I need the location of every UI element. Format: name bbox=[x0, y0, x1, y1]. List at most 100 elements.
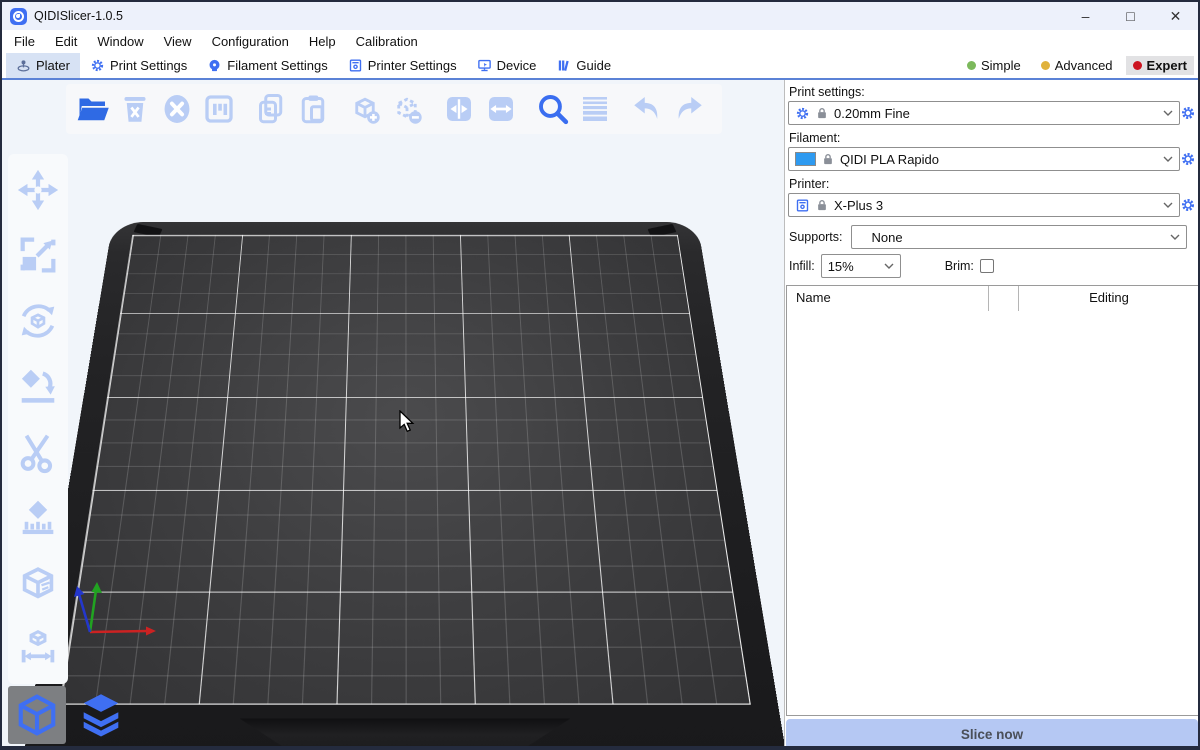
preview-button[interactable] bbox=[72, 686, 130, 744]
paint-supports-button[interactable] bbox=[12, 491, 64, 543]
menu-help[interactable]: Help bbox=[299, 32, 346, 51]
brim-label: Brim: bbox=[945, 259, 974, 273]
layer-height-icon bbox=[577, 91, 613, 127]
place-on-face-button[interactable] bbox=[12, 360, 64, 412]
main-toolbar bbox=[66, 84, 722, 134]
menu-configuration[interactable]: Configuration bbox=[202, 32, 299, 51]
scale-button[interactable] bbox=[12, 229, 64, 281]
3d-view-cube-icon bbox=[12, 690, 62, 740]
printer-combo[interactable]: X-Plus 3 bbox=[788, 193, 1180, 217]
infill-row: Infill: 15% Brim: bbox=[789, 254, 994, 278]
tab-printer-settings[interactable]: Printer Settings bbox=[338, 53, 467, 78]
menu-view[interactable]: View bbox=[154, 32, 202, 51]
menu-edit[interactable]: Edit bbox=[45, 32, 87, 51]
close-button[interactable]: ✕ bbox=[1153, 2, 1198, 30]
printer-icon bbox=[348, 58, 363, 73]
split-to-objects-button[interactable] bbox=[438, 88, 480, 130]
open-folder-icon bbox=[75, 91, 111, 127]
column-editing: Editing bbox=[1019, 290, 1199, 305]
gear-icon bbox=[795, 106, 810, 121]
gizmo-toolbar bbox=[8, 154, 68, 684]
bed-front-notch bbox=[236, 718, 575, 746]
redo-button[interactable] bbox=[668, 88, 710, 130]
object-list-table[interactable]: Name Editing bbox=[786, 285, 1199, 716]
printer-gear-button[interactable] bbox=[1180, 197, 1196, 213]
filament-combo[interactable]: QIDI PLA Rapido bbox=[788, 147, 1180, 171]
add-instance-button[interactable] bbox=[344, 88, 386, 130]
filament-value: QIDI PLA Rapido bbox=[840, 152, 1157, 167]
tab-filament-settings[interactable]: Filament Settings bbox=[197, 53, 337, 78]
delete-all-button[interactable] bbox=[156, 88, 198, 130]
print-settings-gear-button[interactable] bbox=[1180, 105, 1196, 121]
mode-advanced[interactable]: Advanced bbox=[1034, 56, 1120, 75]
mode-selector: Simple Advanced Expert bbox=[960, 53, 1198, 78]
menu-calibration[interactable]: Calibration bbox=[346, 32, 428, 51]
preview-layers-icon bbox=[76, 690, 126, 740]
filament-label: Filament: bbox=[789, 131, 840, 145]
arrange-button[interactable] bbox=[198, 88, 240, 130]
split-objects-icon bbox=[441, 91, 477, 127]
3d-viewport[interactable] bbox=[2, 80, 784, 746]
paste-icon bbox=[295, 91, 331, 127]
print-settings-value: 0.20mm Fine bbox=[834, 106, 1157, 121]
expert-mode-dot-icon bbox=[1133, 61, 1142, 70]
minimize-button[interactable]: – bbox=[1063, 2, 1108, 30]
variable-layer-height-button[interactable] bbox=[574, 88, 616, 130]
tab-print-settings[interactable]: Print Settings bbox=[80, 53, 197, 78]
tab-bar: Plater Print Settings Filament Settings … bbox=[2, 53, 1198, 80]
supports-row: Supports: None bbox=[789, 225, 1195, 249]
mouse-cursor-icon bbox=[398, 410, 416, 434]
column-divider bbox=[988, 286, 989, 311]
filament-gear-button[interactable] bbox=[1180, 151, 1196, 167]
mode-simple[interactable]: Simple bbox=[960, 56, 1028, 75]
supports-combo[interactable]: None bbox=[851, 225, 1187, 249]
menu-file[interactable]: File bbox=[4, 32, 45, 51]
undo-button[interactable] bbox=[626, 88, 668, 130]
printer-icon bbox=[795, 198, 810, 213]
mode-label: Expert bbox=[1147, 58, 1187, 73]
search-button[interactable] bbox=[532, 88, 574, 130]
seam-button[interactable] bbox=[12, 557, 64, 609]
3d-editor-view-button[interactable] bbox=[8, 686, 66, 744]
tab-label: Printer Settings bbox=[368, 58, 457, 73]
paste-button[interactable] bbox=[292, 88, 334, 130]
tab-label: Print Settings bbox=[110, 58, 187, 73]
split-to-parts-button[interactable] bbox=[480, 88, 522, 130]
rotate-icon bbox=[15, 298, 61, 344]
menu-window[interactable]: Window bbox=[87, 32, 153, 51]
tab-plater[interactable]: Plater bbox=[6, 53, 80, 78]
delete-all-icon bbox=[159, 91, 195, 127]
view-toggles bbox=[8, 686, 130, 744]
maximize-button[interactable]: □ bbox=[1108, 2, 1153, 30]
lock-icon bbox=[816, 107, 828, 119]
window-title: QIDISlicer-1.0.5 bbox=[34, 9, 123, 23]
plater-icon bbox=[16, 58, 31, 73]
arrange-icon bbox=[201, 91, 237, 127]
delete-button[interactable] bbox=[114, 88, 156, 130]
brim-checkbox[interactable] bbox=[980, 259, 994, 273]
chevron-down-icon bbox=[1170, 234, 1180, 240]
split-parts-icon bbox=[483, 91, 519, 127]
column-name: Name bbox=[796, 290, 831, 305]
simple-mode-dot-icon bbox=[967, 61, 976, 70]
rotate-button[interactable] bbox=[12, 295, 64, 347]
copy-button[interactable] bbox=[250, 88, 292, 130]
remove-instance-button[interactable] bbox=[386, 88, 428, 130]
cut-button[interactable] bbox=[12, 426, 64, 478]
tab-guide[interactable]: Guide bbox=[546, 53, 621, 78]
paint-supports-icon bbox=[15, 494, 61, 540]
infill-combo[interactable]: 15% bbox=[821, 254, 901, 278]
cut-scissors-icon bbox=[15, 429, 61, 475]
filament-color-swatch bbox=[795, 152, 816, 166]
axes-gizmo-icon bbox=[60, 552, 170, 642]
copy-icon bbox=[253, 91, 289, 127]
tab-device[interactable]: Device bbox=[467, 53, 547, 78]
print-settings-combo[interactable]: 0.20mm Fine bbox=[788, 101, 1180, 125]
device-monitor-icon bbox=[477, 58, 492, 73]
move-icon bbox=[15, 167, 61, 213]
mode-expert[interactable]: Expert bbox=[1126, 56, 1194, 75]
move-button[interactable] bbox=[12, 164, 64, 216]
slice-now-button[interactable]: Slice now bbox=[786, 719, 1198, 749]
measure-button[interactable] bbox=[12, 622, 64, 674]
open-button[interactable] bbox=[72, 88, 114, 130]
